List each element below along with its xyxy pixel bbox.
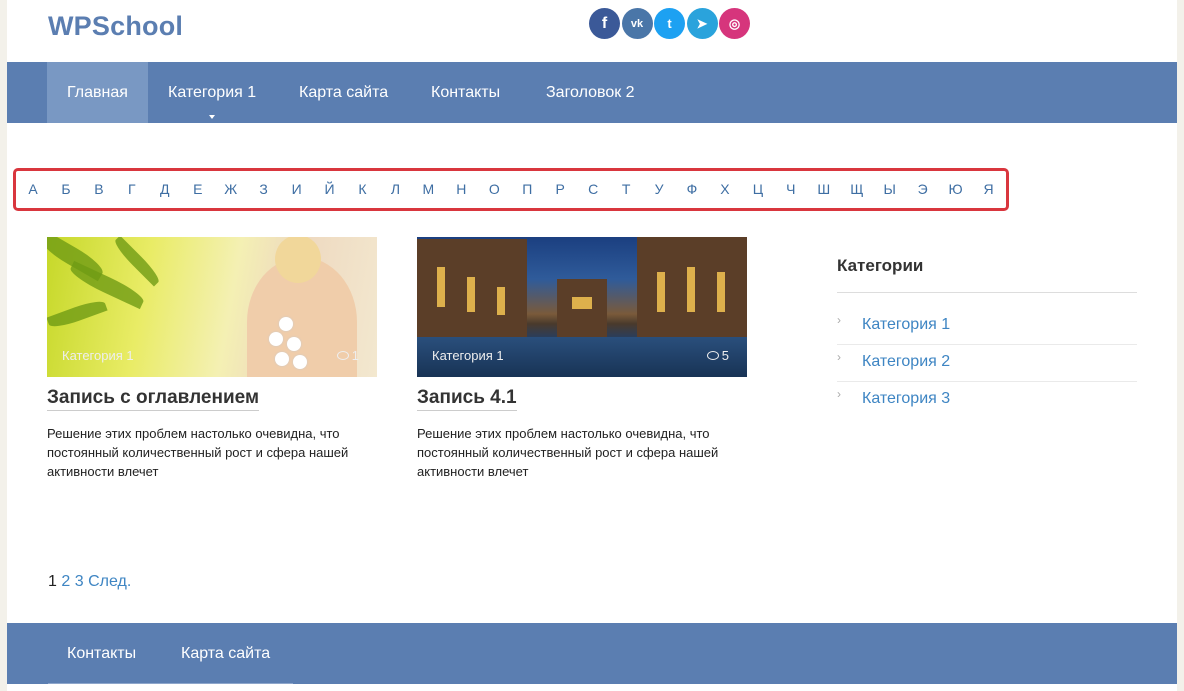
footer-item-sitemap[interactable]: Карта сайта bbox=[181, 623, 270, 684]
alphabet-letter[interactable]: Э bbox=[913, 181, 933, 197]
caret-down-icon bbox=[209, 115, 216, 119]
post-card: Категория 1 1 Запись с оглавлением Решен… bbox=[47, 237, 377, 481]
page-link-2[interactable]: 2 bbox=[61, 573, 70, 590]
comment-count[interactable]: 5 bbox=[706, 348, 729, 363]
nav-item-sitemap[interactable]: Карта сайта bbox=[279, 62, 408, 123]
window-light bbox=[497, 287, 505, 315]
nav-item-heading-2[interactable]: Заголовок 2 bbox=[526, 62, 655, 123]
alphabet-letter[interactable]: У bbox=[649, 181, 669, 197]
post-title[interactable]: Запись с оглавлением bbox=[47, 387, 260, 411]
post-excerpt: Решение этих проблем настолько очевидна,… bbox=[47, 426, 349, 479]
chevron-right-icon: › bbox=[837, 387, 841, 401]
orchid-shape bbox=[275, 352, 289, 366]
alphabet-index: АБВГДЕЖЗИЙКЛМНОПРСТУФХЦЧШЩЫЭЮЯ bbox=[13, 168, 1009, 211]
alphabet-letter[interactable]: К bbox=[353, 181, 373, 197]
window-light bbox=[572, 297, 592, 309]
alphabet-letter[interactable]: Т bbox=[616, 181, 636, 197]
alphabet-letter[interactable]: Ц bbox=[748, 181, 768, 197]
alphabet-letter[interactable]: Л bbox=[385, 181, 405, 197]
orchid-shape bbox=[287, 337, 301, 351]
sidebar-item-category-2[interactable]: › Категория 2 bbox=[837, 345, 1137, 382]
alphabet-letter[interactable]: Ы bbox=[880, 181, 900, 197]
instagram-icon[interactable]: ◎ bbox=[719, 8, 750, 39]
alphabet-letter[interactable]: Щ bbox=[847, 181, 867, 197]
chevron-right-icon: › bbox=[837, 350, 841, 364]
alphabet-letter[interactable]: Д bbox=[155, 181, 175, 197]
post-card: Категория 1 5 Запись 4.1 Решение этих пр… bbox=[417, 237, 747, 481]
orchid-shape bbox=[279, 317, 293, 331]
figure-head-shape bbox=[275, 237, 321, 283]
alphabet-letter[interactable]: Р bbox=[550, 181, 570, 197]
comment-count-value: 5 bbox=[721, 348, 729, 363]
facebook-icon[interactable]: f bbox=[589, 8, 620, 39]
page: WPSchool f vk t ➤ ◎ Главная Категория 1 … bbox=[7, 0, 1177, 691]
alphabet-letter[interactable]: В bbox=[89, 181, 109, 197]
alphabet-letter[interactable]: Й bbox=[320, 181, 340, 197]
comment-count[interactable]: 1 bbox=[336, 348, 359, 363]
footer-nav: Контакты Карта сайта bbox=[7, 623, 1177, 684]
sidebar-item-label: Категория 1 bbox=[862, 316, 951, 333]
post-category-label[interactable]: Категория 1 bbox=[62, 348, 134, 363]
leaf-shape bbox=[111, 237, 163, 287]
page-link-3[interactable]: 3 bbox=[75, 573, 84, 590]
window-light bbox=[437, 267, 445, 307]
alphabet-letter[interactable]: Е bbox=[188, 181, 208, 197]
sidebar-divider bbox=[837, 292, 1137, 293]
comment-icon bbox=[336, 351, 349, 360]
vk-icon[interactable]: vk bbox=[621, 8, 653, 39]
alphabet-letter[interactable]: Ю bbox=[946, 181, 966, 197]
leaf-shape bbox=[47, 297, 108, 331]
sidebar-item-label: Категория 2 bbox=[862, 353, 951, 370]
alphabet-letter[interactable]: Ш bbox=[814, 181, 834, 197]
page-current: 1 bbox=[48, 573, 57, 590]
orchid-shape bbox=[269, 332, 283, 346]
alphabet-letter[interactable]: О bbox=[484, 181, 504, 197]
alphabet-letter[interactable]: Я bbox=[979, 181, 999, 197]
window-light bbox=[657, 272, 665, 312]
telegram-icon[interactable]: ➤ bbox=[686, 8, 718, 39]
post-excerpt: Решение этих проблем настолько очевидна,… bbox=[417, 426, 719, 479]
nav-item-home[interactable]: Главная bbox=[47, 62, 148, 123]
window-light bbox=[717, 272, 725, 312]
alphabet-letter[interactable]: П bbox=[517, 181, 537, 197]
alphabet-letter[interactable]: Н bbox=[451, 181, 471, 197]
orchid-shape bbox=[293, 355, 307, 369]
post-category-label[interactable]: Категория 1 bbox=[432, 348, 504, 363]
page-next-link[interactable]: След. bbox=[88, 573, 131, 590]
alphabet-letter[interactable]: И bbox=[287, 181, 307, 197]
alphabet-letter[interactable]: Б bbox=[56, 181, 76, 197]
social-links: f vk t ➤ ◎ bbox=[589, 8, 752, 39]
window-light bbox=[687, 267, 695, 312]
window-light bbox=[467, 277, 475, 312]
building-shape bbox=[557, 279, 607, 339]
comment-icon bbox=[706, 351, 719, 360]
chevron-right-icon: › bbox=[837, 313, 841, 327]
pagination: 1 2 3 След. bbox=[48, 573, 131, 591]
nav-item-contacts[interactable]: Контакты bbox=[411, 62, 520, 123]
alphabet-letter[interactable]: М bbox=[418, 181, 438, 197]
post-thumbnail[interactable]: Категория 1 1 bbox=[47, 237, 377, 377]
nav-item-category-1[interactable]: Категория 1 bbox=[148, 62, 276, 123]
alphabet-letter[interactable]: Ч bbox=[781, 181, 801, 197]
alphabet-letter[interactable]: А bbox=[23, 181, 43, 197]
site-logo[interactable]: WPSchool bbox=[48, 11, 183, 42]
alphabet-letter[interactable]: Ф bbox=[682, 181, 702, 197]
sidebar-item-label: Категория 3 bbox=[862, 390, 951, 407]
nav-item-label: Категория 1 bbox=[168, 84, 257, 101]
sidebar-item-category-3[interactable]: › Категория 3 bbox=[837, 382, 1137, 419]
sidebar-title: Категории bbox=[837, 256, 924, 275]
main-nav: Главная Категория 1 Карта сайта Контакты… bbox=[7, 62, 1177, 123]
alphabet-letter[interactable]: С bbox=[583, 181, 603, 197]
footer-underline bbox=[48, 683, 293, 684]
alphabet-letter[interactable]: Ж bbox=[221, 181, 241, 197]
twitter-icon[interactable]: t bbox=[654, 8, 685, 39]
comment-count-value: 1 bbox=[351, 348, 359, 363]
post-thumbnail[interactable]: Категория 1 5 bbox=[417, 237, 747, 377]
sidebar-item-category-1[interactable]: › Категория 1 bbox=[837, 308, 1137, 345]
alphabet-letter[interactable]: Х bbox=[715, 181, 735, 197]
alphabet-letter[interactable]: Г bbox=[122, 181, 142, 197]
alphabet-letter[interactable]: З bbox=[254, 181, 274, 197]
footer-item-contacts[interactable]: Контакты bbox=[67, 623, 136, 684]
post-title[interactable]: Запись 4.1 bbox=[417, 387, 517, 411]
